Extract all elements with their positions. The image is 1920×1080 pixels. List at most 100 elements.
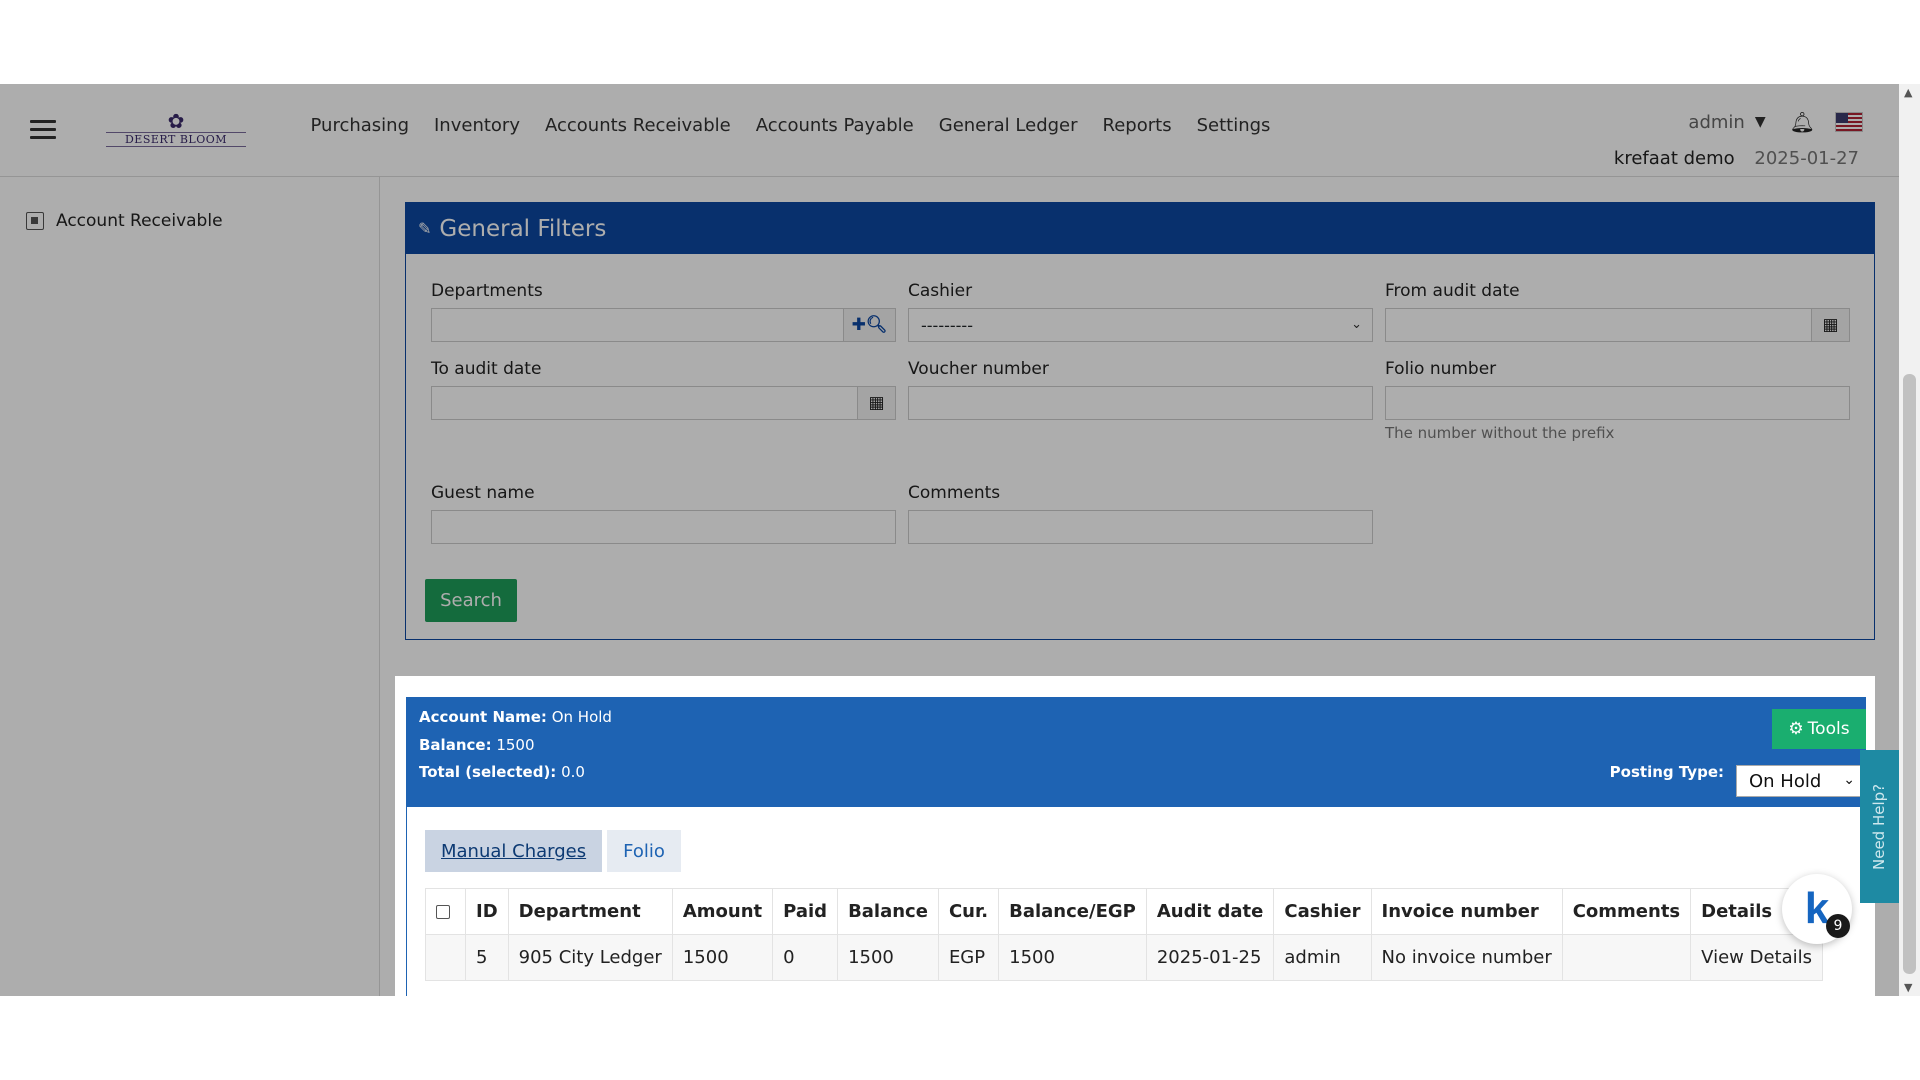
col-id[interactable]: ID bbox=[465, 888, 509, 935]
col-comments[interactable]: Comments bbox=[1561, 888, 1692, 935]
folio-number-label: Folio number bbox=[1385, 359, 1497, 379]
account-name-label: Account Name: bbox=[419, 708, 547, 726]
comments-label: Comments bbox=[908, 483, 1001, 503]
charges-table: ID Department Amount Paid Balance Cur. B… bbox=[425, 888, 1823, 981]
sidebar-item-account-receivable[interactable]: Account Receivable bbox=[26, 211, 223, 231]
voucher-number-field: Voucher number bbox=[908, 359, 1373, 420]
view-details-link[interactable]: View Details bbox=[1690, 934, 1823, 981]
add-search-department-icon[interactable]: ✚🔍︎ bbox=[843, 309, 895, 341]
cashier-label: Cashier bbox=[908, 281, 973, 301]
main-nav: Purchasing Inventory Accounts Receivable… bbox=[298, 112, 1283, 140]
col-cashier[interactable]: Cashier bbox=[1273, 888, 1372, 935]
account-name-value: On Hold bbox=[551, 708, 612, 726]
top-navbar: ✿ DESERT BLOOM Purchasing Inventory Acco… bbox=[0, 84, 1899, 177]
nav-general-ledger[interactable]: General Ledger bbox=[926, 112, 1090, 140]
tab-folio[interactable]: Folio bbox=[607, 830, 681, 872]
posting-type-selected: On Hold bbox=[1749, 770, 1822, 792]
folio-help-text: The number without the prefix bbox=[1385, 424, 1615, 442]
gears-icon: ⚙ bbox=[1788, 719, 1804, 739]
posting-type-label: Posting Type: bbox=[1609, 763, 1724, 781]
nav-inventory[interactable]: Inventory bbox=[422, 112, 533, 140]
col-balance[interactable]: Balance bbox=[837, 888, 939, 935]
guest-name-field: Guest name bbox=[431, 483, 896, 544]
brand-logo[interactable]: ✿ DESERT BLOOM bbox=[106, 111, 246, 147]
business-date: 2025-01-27 bbox=[1754, 148, 1859, 169]
filters-header: ✎ General Filters bbox=[406, 203, 1874, 254]
total-selected-value: 0.0 bbox=[561, 763, 585, 781]
chat-widget-button[interactable]: k 9 bbox=[1782, 874, 1852, 944]
scroll-down-arrow-icon[interactable]: ▼ bbox=[1904, 981, 1912, 994]
chevron-down-icon: ⌄ bbox=[1843, 772, 1855, 788]
hotel-name: krefaat demo bbox=[1613, 148, 1735, 169]
to-audit-date-input[interactable]: ▦ bbox=[431, 386, 896, 420]
sidebar: Account Receivable bbox=[0, 177, 380, 996]
general-filters-card: ✎ General Filters Departments ✚🔍︎ Cashie… bbox=[405, 202, 1875, 640]
nav-reports[interactable]: Reports bbox=[1090, 112, 1184, 140]
app-window: ✿ DESERT BLOOM Purchasing Inventory Acco… bbox=[0, 84, 1920, 996]
nav-settings[interactable]: Settings bbox=[1184, 112, 1283, 140]
from-audit-date-label: From audit date bbox=[1385, 281, 1520, 301]
posting-type-select[interactable]: On Hold ⌄ bbox=[1736, 765, 1862, 797]
col-department[interactable]: Department bbox=[507, 888, 673, 935]
folio-number-field: Folio number The number without the pref… bbox=[1385, 359, 1850, 442]
select-all-cell bbox=[425, 888, 466, 935]
folio-number-input[interactable] bbox=[1385, 386, 1850, 420]
departments-input[interactable]: ✚🔍︎ bbox=[431, 308, 896, 342]
voucher-number-input[interactable] bbox=[908, 386, 1373, 420]
account-panel: Account Name: On Hold Balance: 1500 Tota… bbox=[395, 676, 1875, 996]
nav-accounts-payable[interactable]: Accounts Payable bbox=[743, 112, 926, 140]
cell-balance-egp: 1500 bbox=[998, 934, 1147, 981]
calendar-icon[interactable]: ▦ bbox=[1811, 309, 1849, 341]
col-invoice-number[interactable]: Invoice number bbox=[1370, 888, 1563, 935]
voucher-number-label: Voucher number bbox=[908, 359, 1049, 379]
tab-manual-charges[interactable]: Manual Charges bbox=[425, 830, 603, 872]
cell-balance: 1500 bbox=[837, 934, 939, 981]
calendar-icon[interactable]: ▦ bbox=[857, 387, 895, 419]
nav-accounts-receivable[interactable]: Accounts Receivable bbox=[532, 112, 743, 140]
scroll-up-arrow-icon[interactable]: ▲ bbox=[1904, 86, 1912, 99]
edit-icon: ✎ bbox=[418, 219, 432, 238]
total-selected-label: Total (selected): bbox=[419, 763, 557, 781]
scrollbar-thumb[interactable] bbox=[1903, 374, 1916, 974]
departments-field: Departments ✚🔍︎ bbox=[431, 281, 896, 342]
from-audit-date-input[interactable]: ▦ bbox=[1385, 308, 1850, 342]
nav-purchasing[interactable]: Purchasing bbox=[298, 112, 422, 140]
bell-icon[interactable]: 🔔︎ bbox=[1790, 110, 1815, 134]
hamburger-menu-icon[interactable] bbox=[30, 120, 56, 140]
col-audit-date[interactable]: Audit date bbox=[1145, 888, 1275, 935]
sidebar-item-label: Account Receivable bbox=[56, 211, 223, 231]
table-header-row: ID Department Amount Paid Balance Cur. B… bbox=[425, 888, 1823, 935]
select-all-checkbox[interactable] bbox=[436, 905, 450, 919]
col-currency[interactable]: Cur. bbox=[937, 888, 1000, 935]
from-audit-date-field: From audit date ▦ bbox=[1385, 281, 1850, 342]
comments-input[interactable] bbox=[908, 510, 1373, 544]
chevron-down-icon[interactable]: ▼ bbox=[1755, 114, 1766, 130]
col-amount[interactable]: Amount bbox=[671, 888, 774, 935]
vertical-scrollbar[interactable]: ▲ ▼ bbox=[1899, 84, 1920, 996]
cell-audit-date: 2025-01-25 bbox=[1145, 934, 1275, 981]
col-balance-egp[interactable]: Balance/EGP bbox=[998, 888, 1147, 935]
balance-line: Balance: 1500 bbox=[419, 736, 535, 754]
cell-department: 905 City Ledger bbox=[507, 934, 673, 981]
guest-name-label: Guest name bbox=[431, 483, 535, 503]
search-button[interactable]: Search bbox=[425, 579, 517, 622]
to-audit-date-field: To audit date ▦ bbox=[431, 359, 896, 420]
cashier-select[interactable]: --------- ⌄ bbox=[908, 308, 1373, 342]
brand-name: DESERT BLOOM bbox=[106, 132, 246, 147]
need-help-tab[interactable]: Need Help? bbox=[1860, 750, 1900, 903]
hotel-info: krefaat demo 2025-01-27 bbox=[1614, 148, 1859, 169]
cell-id: 5 bbox=[465, 934, 509, 981]
guest-name-input[interactable] bbox=[431, 510, 896, 544]
table-row: 5 905 City Ledger 1500 0 1500 EGP 1500 2… bbox=[425, 934, 1823, 981]
tools-label: Tools bbox=[1807, 719, 1850, 739]
filters-title: General Filters bbox=[439, 215, 607, 242]
cell-comments bbox=[1561, 934, 1692, 981]
user-menu[interactable]: admin bbox=[1688, 112, 1744, 133]
us-flag-icon[interactable] bbox=[1835, 112, 1863, 132]
col-paid[interactable]: Paid bbox=[772, 888, 839, 935]
comments-field: Comments bbox=[908, 483, 1373, 544]
chevron-down-icon: ⌄ bbox=[1351, 317, 1362, 332]
tools-button[interactable]: ⚙ Tools bbox=[1772, 709, 1866, 749]
user-area: admin ▼ 🔔︎ bbox=[1688, 110, 1863, 134]
departments-label: Departments bbox=[431, 281, 543, 301]
